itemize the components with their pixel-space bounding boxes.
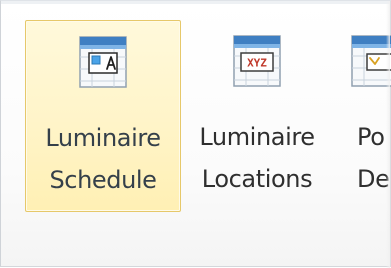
luminaire-locations-button[interactable]: XYZ Luminaire Locations — [185, 20, 329, 212]
luminaire-locations-label-line1: Luminaire — [199, 123, 315, 151]
partial-ribbon-label-line1: Po — [357, 123, 385, 151]
ribbon-panel: Luminaire Schedule XYZ Luminaire Locatio… — [0, 0, 391, 268]
locations-icon-text: XYZ — [247, 57, 267, 70]
luminaire-schedule-button[interactable]: Luminaire Schedule — [25, 20, 181, 212]
ribbon-edge-shadow — [386, 1, 390, 268]
locations-table-icon: XYZ — [230, 34, 284, 90]
partial-ribbon-button[interactable]: Po Der — [338, 20, 391, 212]
luminaire-locations-label-line2: Locations — [201, 165, 313, 193]
schedule-table-icon — [76, 35, 130, 91]
luminaire-schedule-label-line1: Luminaire — [45, 124, 161, 152]
partial-table-icon — [348, 34, 391, 90]
luminaire-schedule-label-line2: Schedule — [49, 166, 157, 194]
